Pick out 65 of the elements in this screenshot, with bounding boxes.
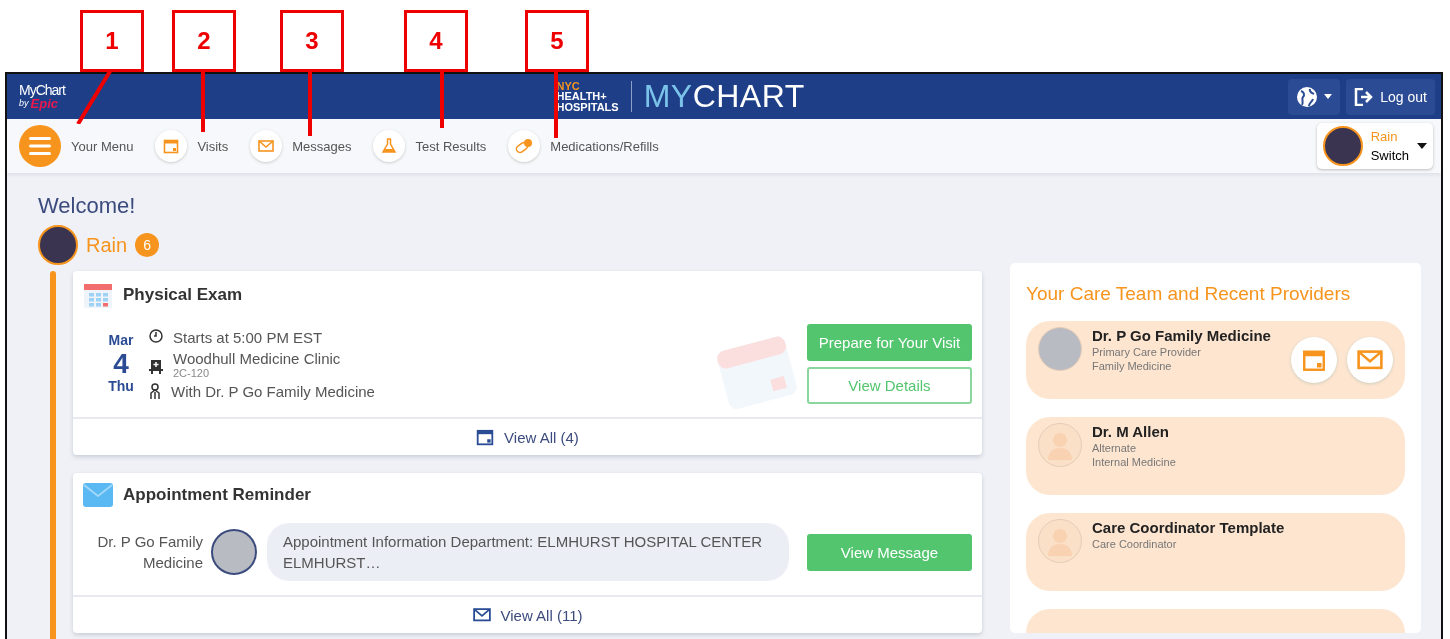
callout-number: 5 <box>525 10 589 72</box>
language-button[interactable] <box>1288 78 1341 115</box>
user-name: Rain <box>86 233 128 257</box>
provider-card[interactable]: Care Coordinator Template Care Coordinator <box>1026 513 1405 591</box>
menu-icon <box>29 137 51 155</box>
callout-number: 4 <box>404 10 468 72</box>
caret-icon <box>1324 94 1333 99</box>
date-day: 4 <box>113 348 129 380</box>
view-all-link[interactable]: View All (11) <box>73 595 982 633</box>
logout-icon <box>1354 87 1375 106</box>
avatar <box>38 225 78 265</box>
message-button[interactable] <box>1347 337 1393 383</box>
calendar-icon <box>83 281 113 309</box>
person-icon <box>149 382 161 399</box>
envelope-icon <box>83 483 113 507</box>
panel-title: Your Care Team and Recent Providers <box>1026 283 1352 305</box>
provider-name: Care Coordinator Template <box>1092 519 1286 536</box>
visit-time: Starts at 5:00 PM EST <box>173 328 323 346</box>
account-switcher[interactable]: Rain Switch <box>1316 123 1433 169</box>
message-preview: Appointment Information Department: ELMHURST HOSPITAL CENTER ELMHURST… <box>267 523 789 581</box>
calendar-icon <box>1302 348 1326 372</box>
nav-link[interactable]: Messages <box>250 130 352 162</box>
pills-icon <box>515 138 534 154</box>
envelope-icon <box>472 608 491 622</box>
nav-link[interactable]: Test Results <box>373 130 487 162</box>
callout-number: 2 <box>172 10 236 72</box>
clinic-name: Woodhull Medicine Clinic <box>173 349 341 367</box>
provider-card[interactable]: Dr. P Go Family Medicine Primary Care Provider Family Medicine <box>1026 321 1405 399</box>
provider-detail: Alternate <box>1092 442 1138 454</box>
provider-detail: Family Medicine <box>1092 360 1173 372</box>
provider-detail: Internal Medicine <box>1092 456 1177 468</box>
provider-name: Dr. P Go Family Medicine <box>1092 327 1272 344</box>
nav-link[interactable]: Visits <box>155 130 229 162</box>
flask-icon <box>381 138 398 154</box>
notification-badge: 6 <box>135 233 160 257</box>
sender-name: Dr. P Go Family Medicine <box>96 532 203 573</box>
card-title: Appointment Reminder <box>123 485 311 505</box>
calendar-icon <box>163 138 180 154</box>
callout-number: 1 <box>80 10 144 72</box>
date-month: Mar <box>108 333 134 349</box>
provider-card[interactable]: Dr. M Allen Alternate Internal Medicine <box>1026 417 1405 495</box>
welcome-heading: Welcome! <box>38 193 137 219</box>
photo-placeholder <box>211 529 257 575</box>
envelope-icon <box>1357 350 1383 370</box>
card-title: Physical Exam <box>123 285 243 305</box>
schedule-button[interactable] <box>1291 337 1337 383</box>
provider-name: Dr. M Allen <box>1092 423 1170 440</box>
provider-detail: Care Coordinator <box>1092 538 1178 550</box>
logout-button[interactable]: Log out <box>1346 78 1435 115</box>
room-number: 2C-120 <box>173 366 211 379</box>
view-all-link[interactable]: View All (4) <box>73 417 982 455</box>
callout-number: 3 <box>280 10 344 72</box>
globe-icon <box>1296 85 1319 108</box>
avatar <box>1322 126 1363 166</box>
nav-link[interactable]: Medications/Refills <box>508 130 659 162</box>
clock-icon <box>149 328 163 343</box>
caret-icon <box>1417 143 1427 149</box>
clinic-icon <box>149 357 163 374</box>
calendar-icon <box>476 428 495 446</box>
envelope-icon <box>258 140 275 152</box>
date-weekday: Thu <box>108 379 134 395</box>
provider-detail: Primary Care Provider <box>1092 346 1202 358</box>
app-title: MYCHART <box>643 78 805 115</box>
provider-name: With Dr. P Go Family Medicine <box>171 382 375 400</box>
nav-link[interactable]: Your Menu <box>19 125 134 167</box>
